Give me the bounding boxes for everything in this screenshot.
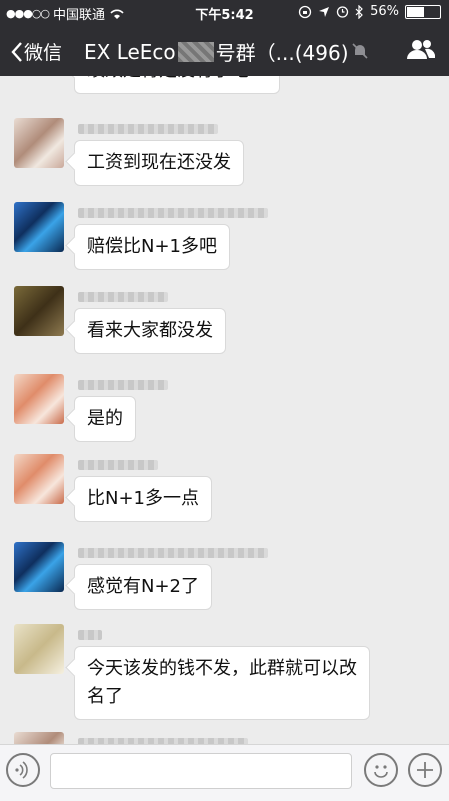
status-bar: ●●●○○ 中国联通 下午5:42 56% — [0, 0, 449, 24]
redacted-sender-name — [78, 460, 158, 470]
message-bubble: 赔偿比N+1多吧 — [74, 224, 230, 270]
bluetooth-icon — [355, 4, 363, 19]
nav-bar: 微信 EX LeEco 号群（...(496) — [0, 24, 449, 76]
redacted-sender-name — [78, 548, 268, 558]
avatar[interactable] — [14, 624, 64, 674]
battery-percent: 56% — [370, 4, 399, 19]
message-bubble: 看来大家都没发 — [74, 308, 226, 354]
avatar[interactable] — [14, 202, 64, 252]
redacted-sender-name — [78, 292, 168, 302]
redacted-text — [177, 41, 214, 62]
message-input[interactable] — [50, 753, 352, 789]
message-bubble: 是的 — [74, 396, 136, 442]
avatar[interactable] — [14, 374, 64, 424]
emoji-icon — [374, 765, 388, 778]
rotation-lock-icon — [298, 5, 312, 18]
emoji-button[interactable] — [364, 753, 398, 787]
message-bubble: 绩效是肯定没有了吧？ — [74, 76, 280, 94]
voice-icon — [15, 761, 28, 779]
plus-icon — [417, 762, 433, 778]
message-bubble: 比N+1多一点 — [74, 476, 212, 522]
group-members-icon[interactable] — [407, 38, 435, 60]
back-button[interactable]: 微信 — [10, 38, 62, 65]
avatar[interactable] — [14, 542, 64, 592]
mute-bell-icon — [352, 43, 368, 59]
chat-title-prefix: EX LeEco — [84, 39, 176, 64]
chat-title: EX LeEco 号群（...(496) — [84, 37, 349, 66]
input-bar — [0, 744, 449, 801]
location-icon — [319, 6, 330, 17]
voice-button[interactable] — [6, 753, 40, 787]
battery-icon — [405, 4, 441, 19]
avatar[interactable] — [14, 454, 64, 504]
redacted-sender-name — [78, 124, 218, 134]
chevron-left-icon — [11, 41, 22, 62]
chat-area[interactable]: 绩效是肯定没有了吧？ 工资到现在还没发 赔偿比N+1多吧 看来大家都没发 是的 … — [0, 76, 449, 746]
chat-title-suffix: 号群（...(496) — [215, 41, 349, 65]
avatar[interactable] — [14, 286, 64, 336]
message-bubble: 感觉有N+2了 — [74, 564, 212, 610]
message-bubble: 今天该发的钱不发，此群就可以改名了 — [74, 646, 370, 720]
more-button[interactable] — [408, 753, 442, 787]
redacted-sender-name — [78, 208, 268, 218]
back-label: 微信 — [24, 42, 63, 64]
message-bubble: 工资到现在还没发 — [74, 140, 244, 186]
alarm-icon — [336, 6, 349, 18]
redacted-sender-name — [78, 380, 168, 390]
avatar[interactable] — [14, 118, 64, 168]
redacted-sender-name — [78, 630, 102, 640]
